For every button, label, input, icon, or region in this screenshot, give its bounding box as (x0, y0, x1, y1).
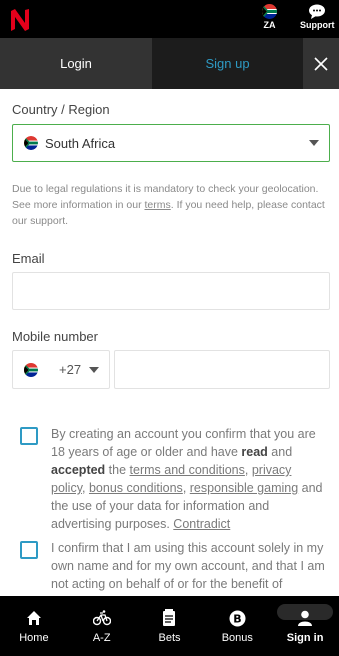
tab-login[interactable]: Login (0, 38, 152, 89)
nav-sign-in[interactable]: Sign in (271, 596, 339, 656)
bonus-coin-icon: B (229, 610, 246, 626)
terms-and-conditions-link[interactable]: terms and conditions (130, 463, 245, 477)
terms-consent-row: By creating an account you confirm that … (20, 425, 326, 533)
geolocation-notice: Due to legal regulations it is mandatory… (12, 181, 332, 229)
nav-az[interactable]: A-Z (68, 596, 136, 656)
nav-bonus-label: Bonus (221, 632, 253, 644)
bottom-navigation: Home A-Z Bets B Bonus Sign in (0, 596, 339, 656)
own-account-text: I confirm that I am using this account s… (51, 541, 325, 591)
chevron-down-icon (309, 140, 319, 146)
support-button[interactable]: Support (300, 4, 335, 30)
email-field[interactable] (12, 272, 330, 310)
country-select[interactable]: South Africa (12, 124, 330, 162)
nav-bets-label: Bets (158, 632, 181, 644)
tab-signup[interactable]: Sign up (152, 38, 303, 89)
email-label: Email (12, 251, 45, 266)
terms-link[interactable]: terms (144, 199, 170, 211)
chat-bubble-icon (309, 4, 326, 19)
nav-sign-in-label: Sign in (286, 632, 324, 644)
close-icon (314, 56, 328, 71)
top-bar: ZA Support (0, 0, 339, 38)
chevron-down-icon (89, 366, 100, 373)
nav-bonus[interactable]: B Bonus (203, 596, 271, 656)
tab-signup-label: Sign up (205, 56, 250, 71)
user-icon (298, 610, 313, 626)
region-selector[interactable]: ZA (262, 4, 277, 30)
country-value: South Africa (45, 135, 116, 151)
netbet-logo-icon[interactable] (9, 7, 31, 33)
close-button[interactable] (303, 38, 339, 89)
responsible-gaming-link[interactable]: responsible gaming (190, 481, 298, 495)
bonus-conditions-link[interactable]: bonus conditions (89, 481, 183, 495)
tab-login-label: Login (60, 56, 92, 71)
south-africa-flag-icon (24, 362, 38, 377)
contradict-link[interactable]: Contradict (173, 517, 230, 531)
nav-home[interactable]: Home (0, 596, 68, 656)
nav-bets[interactable]: Bets (136, 596, 204, 656)
mobile-label: Mobile number (12, 329, 98, 344)
country-label: Country / Region (12, 102, 110, 117)
bicycle-icon (92, 610, 111, 626)
home-icon (26, 611, 41, 625)
own-account-consent-row: I confirm that I am using this account s… (20, 539, 326, 593)
terms-checkbox[interactable] (20, 427, 38, 445)
south-africa-flag-icon (24, 136, 38, 150)
region-label: ZA (263, 20, 276, 30)
nav-home-label: Home (19, 632, 49, 644)
mobile-number-field[interactable] (114, 350, 330, 389)
country-code-value: +27 (59, 362, 82, 377)
own-account-checkbox[interactable] (20, 541, 38, 559)
auth-tabs: Login Sign up (0, 38, 339, 89)
south-africa-flag-icon (262, 4, 277, 19)
nav-az-label: A-Z (92, 632, 111, 644)
bet-slip-icon (163, 609, 176, 626)
terms-text: By creating an account you confirm that … (51, 427, 323, 531)
country-code-select[interactable]: +27 (12, 350, 110, 389)
support-label: Support (300, 20, 335, 30)
svg-text:B: B (233, 612, 241, 625)
